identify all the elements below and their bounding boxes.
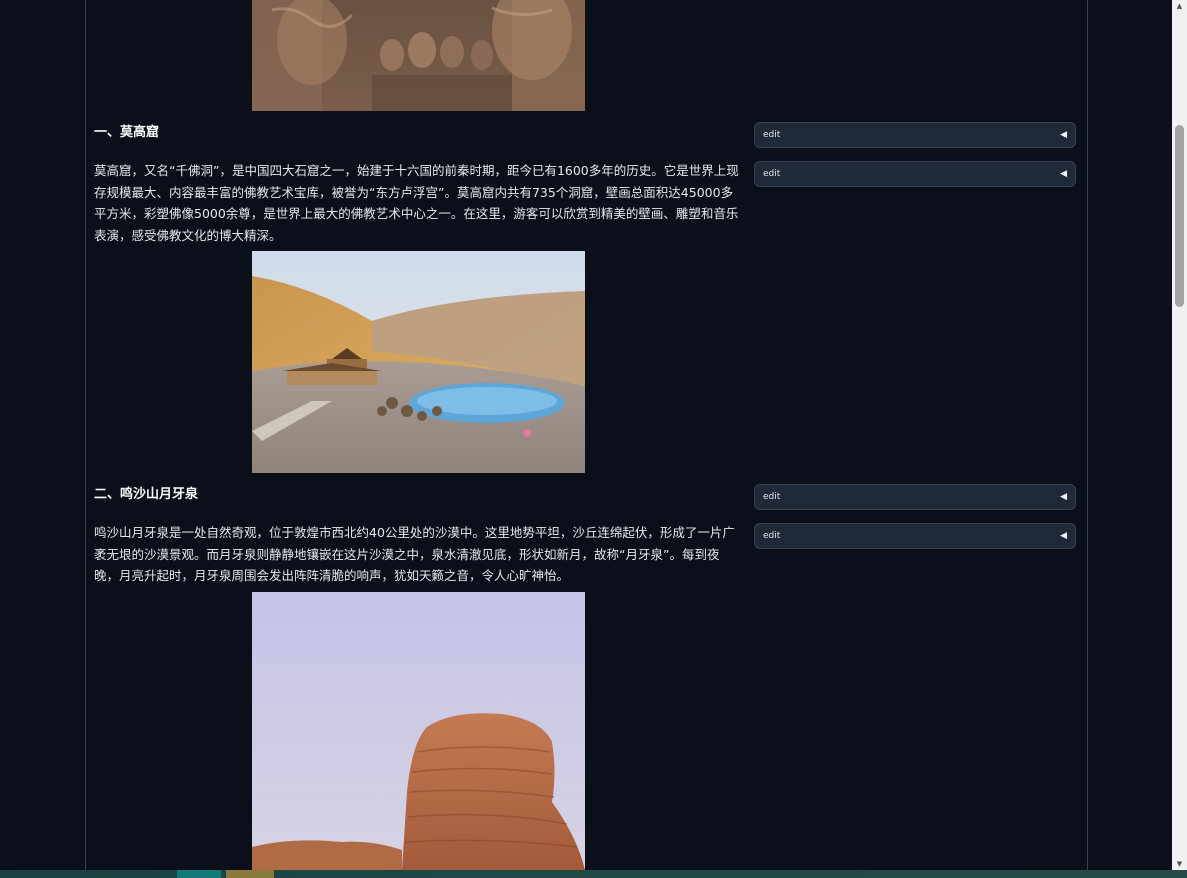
triangle-left-icon: ◀ [1060, 130, 1067, 140]
edit-button-label: edit [763, 169, 781, 179]
edit-button[interactable]: edit ◀ [754, 484, 1076, 510]
edit-button[interactable]: edit ◀ [754, 523, 1076, 549]
section-heading-mogao: 一、莫高窟 [94, 125, 160, 140]
edit-button-label: edit [763, 531, 781, 541]
edit-button-label: edit [763, 130, 781, 140]
triangle-left-icon: ◀ [1060, 169, 1067, 179]
edit-button[interactable]: edit ◀ [754, 161, 1076, 187]
scrollbar-thumb[interactable] [1175, 125, 1184, 307]
triangle-left-icon: ◀ [1060, 531, 1067, 541]
section-paragraph-crescent-lake: 鸣沙山月牙泉是一处自然奇观，位于敦煌市西北约40公里处的沙漠中。这里地势平坦，沙… [94, 525, 735, 583]
edit-button[interactable]: edit ◀ [754, 122, 1076, 148]
scroll-up-arrow-icon[interactable]: ▲ [1172, 0, 1187, 12]
crescent-lake-image [252, 251, 585, 473]
yardang-landform-image [252, 592, 585, 870]
triangle-left-icon: ◀ [1060, 492, 1067, 502]
section-paragraph-mogao: 莫高窟，又名“千佛洞”，是中国四大石窟之一，始建于十六国的前秦时期，距今已有16… [94, 163, 739, 243]
taskbar [0, 870, 1187, 878]
scroll-down-arrow-icon[interactable]: ▼ [1172, 858, 1187, 870]
taskbar-item[interactable] [226, 870, 274, 878]
taskbar-item[interactable] [177, 870, 221, 878]
section-heading-crescent-lake: 二、鸣沙山月牙泉 [94, 487, 199, 502]
vertical-scrollbar[interactable]: ▲ ▼ [1172, 0, 1187, 870]
mogao-grottoes-image [252, 0, 585, 111]
edit-button-label: edit [763, 492, 781, 502]
